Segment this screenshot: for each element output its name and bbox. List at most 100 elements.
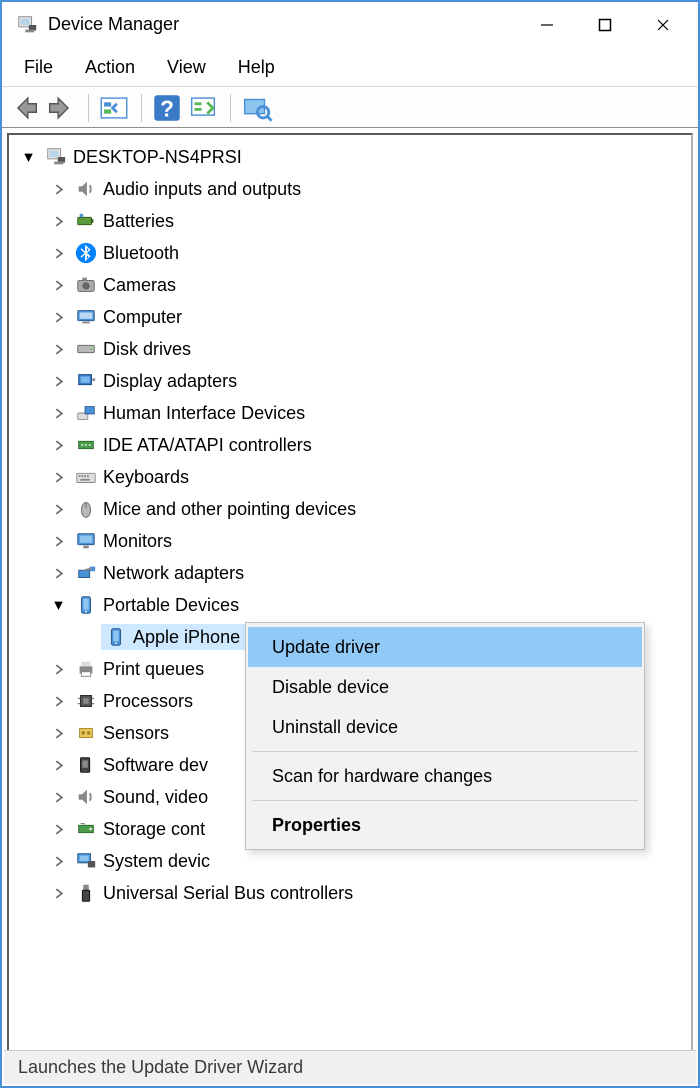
menu-action[interactable]: Action: [69, 51, 151, 84]
menu-view[interactable]: View: [151, 51, 222, 84]
software-device-icon: [75, 754, 97, 776]
chevron-right-icon[interactable]: [49, 244, 67, 262]
chevron-right-icon[interactable]: [49, 468, 67, 486]
chevron-right-icon[interactable]: [49, 884, 67, 902]
device-manager-icon: [45, 146, 67, 168]
context-menu-item[interactable]: Disable device: [248, 667, 642, 707]
chevron-right-icon[interactable]: [49, 276, 67, 294]
sensor-icon: [75, 722, 97, 744]
maximize-button[interactable]: [576, 3, 634, 47]
help-icon[interactable]: ?: [150, 91, 184, 125]
tree-node[interactable]: Keyboards: [19, 461, 687, 493]
chevron-right-icon[interactable]: [49, 852, 67, 870]
tree-node-label: Mice and other pointing devices: [103, 499, 356, 520]
tree-node-label: Universal Serial Bus controllers: [103, 883, 353, 904]
chevron-right-icon[interactable]: [49, 724, 67, 742]
chevron-right-icon[interactable]: [49, 308, 67, 326]
network-adapter-icon: [75, 562, 97, 584]
ide-controller-icon: [75, 434, 97, 456]
storage-controller-icon: [75, 818, 97, 840]
tree-node-label: Apple iPhone: [133, 627, 240, 648]
tree-node[interactable]: Display adapters: [19, 365, 687, 397]
chevron-down-icon[interactable]: [49, 596, 67, 614]
tree-node-label: Sensors: [103, 723, 169, 744]
tree-node-label: Processors: [103, 691, 193, 712]
tree-node-label: System devic: [103, 851, 210, 872]
toolbar-separator: [141, 94, 142, 122]
menu-file[interactable]: File: [8, 51, 69, 84]
window-controls: [518, 3, 692, 47]
tree-node[interactable]: Audio inputs and outputs: [19, 173, 687, 205]
context-menu-separator: [252, 751, 638, 752]
tree-node-label: Sound, video: [103, 787, 208, 808]
chevron-right-icon[interactable]: [49, 660, 67, 678]
tree-node-label: DESKTOP-NS4PRSI: [73, 147, 242, 168]
menubar: File Action View Help: [2, 48, 698, 86]
close-button[interactable]: [634, 3, 692, 47]
tree-node-label: Bluetooth: [103, 243, 179, 264]
portable-device-icon: [75, 594, 97, 616]
chevron-right-icon[interactable]: [49, 436, 67, 454]
tree-node-label: Print queues: [103, 659, 204, 680]
speaker-icon: [75, 786, 97, 808]
statusbar-text: Launches the Update Driver Wizard: [18, 1057, 303, 1078]
context-menu-item[interactable]: Properties: [248, 805, 642, 845]
tree-node[interactable]: Computer: [19, 301, 687, 333]
properties-icon[interactable]: [239, 91, 273, 125]
chevron-right-icon[interactable]: [49, 340, 67, 358]
tree-node-label: Keyboards: [103, 467, 189, 488]
tree-node-label: Monitors: [103, 531, 172, 552]
chevron-right-icon[interactable]: [49, 756, 67, 774]
minimize-button[interactable]: [518, 3, 576, 47]
tree-node[interactable]: Bluetooth: [19, 237, 687, 269]
keyboard-icon: [75, 466, 97, 488]
menu-help[interactable]: Help: [222, 51, 291, 84]
tree-node[interactable]: Mice and other pointing devices: [19, 493, 687, 525]
chevron-right-icon[interactable]: [49, 404, 67, 422]
usb-icon: [75, 882, 97, 904]
battery-icon: [75, 210, 97, 232]
hid-icon: [75, 402, 97, 424]
tree-node-label: Display adapters: [103, 371, 237, 392]
tree-node[interactable]: Portable Devices: [19, 589, 687, 621]
chevron-right-icon[interactable]: [49, 820, 67, 838]
tree-node[interactable]: Monitors: [19, 525, 687, 557]
scan-hardware-icon[interactable]: [186, 91, 220, 125]
chevron-right-icon[interactable]: [49, 564, 67, 582]
tree-node[interactable]: Universal Serial Bus controllers: [19, 877, 687, 909]
chevron-down-icon[interactable]: [19, 148, 37, 166]
tree-node-label: Audio inputs and outputs: [103, 179, 301, 200]
chevron-right-icon[interactable]: [49, 532, 67, 550]
forward-arrow-icon[interactable]: [44, 91, 78, 125]
tree-node-label: Software dev: [103, 755, 208, 776]
chevron-right-icon[interactable]: [49, 788, 67, 806]
tree-node[interactable]: Cameras: [19, 269, 687, 301]
tree-node-label: Batteries: [103, 211, 174, 232]
bluetooth-icon: [75, 242, 97, 264]
chevron-right-icon[interactable]: [49, 500, 67, 518]
tree-node[interactable]: Batteries: [19, 205, 687, 237]
tree-node-label: Human Interface Devices: [103, 403, 305, 424]
toolbar: ?: [2, 86, 698, 128]
window-title: Device Manager: [48, 14, 518, 35]
chevron-right-icon[interactable]: [49, 180, 67, 198]
tree-node-label: Storage cont: [103, 819, 205, 840]
show-hidden-devices-icon[interactable]: [97, 91, 131, 125]
back-arrow-icon[interactable]: [8, 91, 42, 125]
context-menu-item[interactable]: Uninstall device: [248, 707, 642, 747]
tree-node[interactable]: Human Interface Devices: [19, 397, 687, 429]
tree-node-label: Disk drives: [103, 339, 191, 360]
chevron-right-icon[interactable]: [49, 212, 67, 230]
system-device-icon: [75, 850, 97, 872]
tree-node[interactable]: Network adapters: [19, 557, 687, 589]
tree-node[interactable]: IDE ATA/ATAPI controllers: [19, 429, 687, 461]
mouse-icon: [75, 498, 97, 520]
context-menu-item[interactable]: Scan for hardware changes: [248, 756, 642, 796]
tree-node[interactable]: DESKTOP-NS4PRSI: [19, 141, 687, 173]
context-menu-item[interactable]: Update driver: [248, 627, 642, 667]
chevron-right-icon[interactable]: [49, 372, 67, 390]
tree-node[interactable]: Disk drives: [19, 333, 687, 365]
tree-node-label: Network adapters: [103, 563, 244, 584]
printer-icon: [75, 658, 97, 680]
chevron-right-icon[interactable]: [49, 692, 67, 710]
